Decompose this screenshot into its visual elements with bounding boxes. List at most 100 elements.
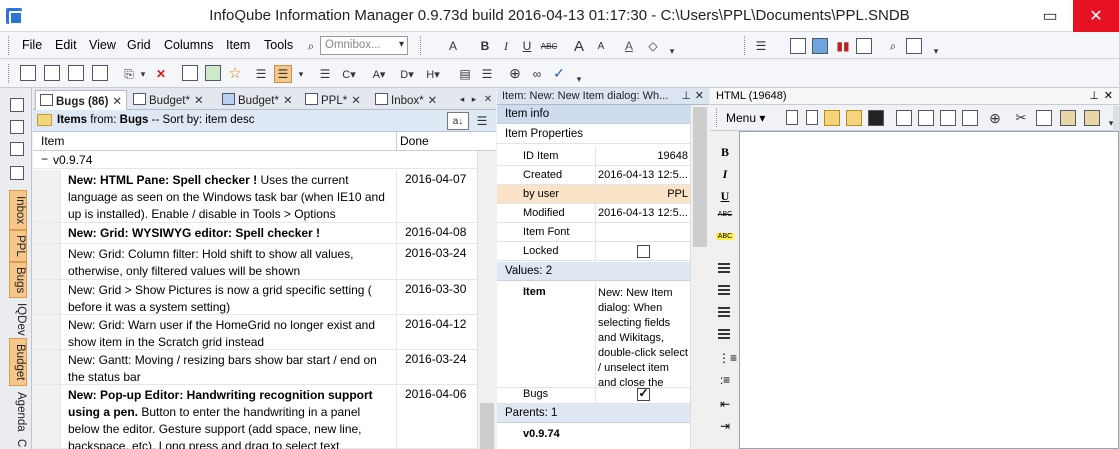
indent-icon[interactable]: ☰: [478, 65, 496, 83]
row-done[interactable]: 2016-03-24: [405, 246, 466, 260]
grid-menu-icon[interactable]: ☰: [473, 112, 491, 130]
menu-tools[interactable]: Tools: [264, 38, 293, 52]
prop-value[interactable]: PPL: [598, 188, 688, 200]
row-item[interactable]: New: Pop-up Editor: Handwriting recognit…: [68, 387, 388, 449]
html-editor[interactable]: [739, 131, 1119, 449]
pin-icon[interactable]: ⊥: [681, 89, 691, 102]
scrollbar-thumb[interactable]: [693, 107, 707, 247]
group-row[interactable]: − v0.9.74: [33, 151, 477, 169]
grid-view-icon[interactable]: [856, 38, 872, 54]
menu-grid[interactable]: Grid: [127, 38, 151, 52]
toolbar-grip[interactable]: [716, 108, 719, 127]
bullet-list-icon[interactable]: :≡: [718, 373, 732, 387]
locked-checkbox[interactable]: [636, 245, 650, 258]
sidebar-tab-ppl[interactable]: PPL: [9, 230, 27, 262]
grid-icon[interactable]: [20, 65, 36, 81]
column-divider[interactable]: [396, 132, 397, 151]
item-value-text[interactable]: New: New Item dialog: When selecting fie…: [598, 286, 688, 387]
table-row[interactable]: New: Grid: WYSIWYG editor: Spell checker…: [33, 223, 477, 244]
edit-page-icon[interactable]: [806, 110, 818, 125]
row-done[interactable]: 2016-04-08: [405, 225, 466, 239]
prop-value[interactable]: 2016-04-13 12:5...: [598, 169, 688, 181]
numbered-list-icon[interactable]: ⋮≡: [718, 351, 737, 365]
font-style-icon[interactable]: A: [444, 37, 462, 55]
row-item[interactable]: New: Gantt: Moving / resizing bars show …: [68, 352, 388, 386]
close-tab-icon[interactable]: ✕: [112, 96, 122, 108]
columns-icon[interactable]: ▤: [456, 65, 474, 83]
open-file-icon[interactable]: [846, 110, 862, 126]
close-tab-icon[interactable]: ✕: [194, 95, 204, 107]
sort-az-icon[interactable]: a↓: [447, 112, 469, 130]
cut-icon[interactable]: ✂: [1012, 109, 1030, 127]
tab-inbox[interactable]: Inbox* ✕: [371, 90, 441, 110]
collapse-icon[interactable]: C▾: [340, 65, 358, 83]
toolbar-grip[interactable]: [420, 36, 423, 55]
shapes-icon[interactable]: [812, 38, 828, 54]
table-row[interactable]: New: Grid: Warn user if the HomeGrid no …: [33, 315, 477, 350]
parent-row[interactable]: v0.9.74: [497, 424, 690, 443]
menu-file[interactable]: File: [22, 38, 42, 52]
underline-icon[interactable]: U: [518, 37, 536, 55]
page-icon[interactable]: [182, 65, 198, 81]
html-menu-button[interactable]: Menu ▾: [726, 111, 765, 125]
new-grid-icon[interactable]: [44, 65, 60, 81]
binoculars-icon[interactable]: ⌕: [302, 37, 320, 55]
window-icon[interactable]: [790, 38, 806, 54]
page-setup-icon[interactable]: [962, 110, 978, 126]
sidebar-tab-bugs[interactable]: Bugs: [9, 262, 27, 298]
copy-icon[interactable]: [1036, 110, 1052, 126]
prop-row[interactable]: Created 2016-04-13 12:5...: [497, 166, 690, 185]
toolbar-grip[interactable]: [8, 36, 11, 55]
maximize-icon[interactable]: ▭: [1027, 0, 1073, 32]
tab-ppl[interactable]: PPL* ✕: [301, 90, 365, 110]
zoom-in-icon[interactable]: ⊕: [986, 109, 1004, 127]
strikethrough-icon[interactable]: ABC: [540, 37, 558, 55]
row-item[interactable]: New: Grid: WYSIWYG editor: Spell checker…: [68, 225, 388, 242]
close-window-button[interactable]: ✕: [1073, 0, 1119, 32]
prop-row[interactable]: ID Item 19648: [497, 147, 690, 166]
outline-icon[interactable]: ☰: [274, 65, 292, 83]
align-center-icon[interactable]: [718, 285, 730, 295]
zoom-page-icon[interactable]: [940, 110, 956, 126]
tab-bugs[interactable]: Bugs (86) ✕: [35, 90, 128, 110]
tab-budget-1[interactable]: Budget* ✕: [129, 90, 208, 110]
list-icon[interactable]: ☰: [252, 65, 270, 83]
collapse-icon[interactable]: −: [41, 152, 48, 166]
chart-icon[interactable]: ▮▮: [834, 37, 852, 55]
menu-edit[interactable]: Edit: [55, 38, 77, 52]
star-icon[interactable]: ☆: [226, 64, 244, 82]
close-tab-icon[interactable]: ✕: [283, 95, 293, 107]
prop-value[interactable]: 19648: [598, 150, 688, 162]
justify-icon[interactable]: [718, 329, 730, 339]
heading-icon[interactable]: H▾: [424, 65, 442, 83]
toolbar-overflow-icon[interactable]: ▾: [927, 42, 945, 60]
section-parents[interactable]: Parents: 1: [497, 404, 690, 423]
save-icon[interactable]: [868, 110, 884, 126]
table-row[interactable]: New: Pop-up Editor: Handwriting recognit…: [33, 385, 477, 449]
indent-icon[interactable]: ⇥: [718, 419, 732, 433]
underline-icon[interactable]: U: [718, 189, 732, 204]
font-grow-icon[interactable]: A: [570, 37, 588, 55]
open-folder-icon[interactable]: [824, 110, 840, 126]
section-values[interactable]: Values: 2: [497, 262, 690, 281]
column-item[interactable]: Item: [41, 134, 64, 148]
prop-row[interactable]: Item Font: [497, 223, 690, 242]
close-panel-icon[interactable]: ✕: [479, 90, 497, 108]
filter-icon[interactable]: ☰: [752, 37, 770, 55]
tab-budget-2[interactable]: Budget* ✕: [218, 90, 297, 110]
row-item[interactable]: New: Grid: Column filter: Hold shift to …: [68, 246, 388, 280]
section-item-info[interactable]: Item info: [497, 105, 690, 124]
sidebar-tab-more[interactable]: C: [9, 436, 27, 449]
close-panel-icon[interactable]: ✕: [695, 89, 704, 102]
sidebar-calendar-icon[interactable]: [10, 166, 24, 180]
highlight-icon[interactable]: ABC: [716, 233, 734, 240]
table-row[interactable]: New: HTML Pane: Spell checker ! Uses the…: [33, 170, 477, 223]
column-done[interactable]: Done: [400, 134, 429, 148]
font-color-icon[interactable]: A: [620, 37, 638, 55]
row-done[interactable]: 2016-03-30: [405, 282, 466, 296]
menu-columns[interactable]: Columns: [164, 38, 213, 52]
document-icon[interactable]: [68, 65, 84, 81]
link-icon[interactable]: ∞: [528, 65, 546, 83]
close-tab-icon[interactable]: ✕: [351, 95, 361, 107]
toolbar-overflow-icon[interactable]: ▾: [570, 70, 588, 88]
